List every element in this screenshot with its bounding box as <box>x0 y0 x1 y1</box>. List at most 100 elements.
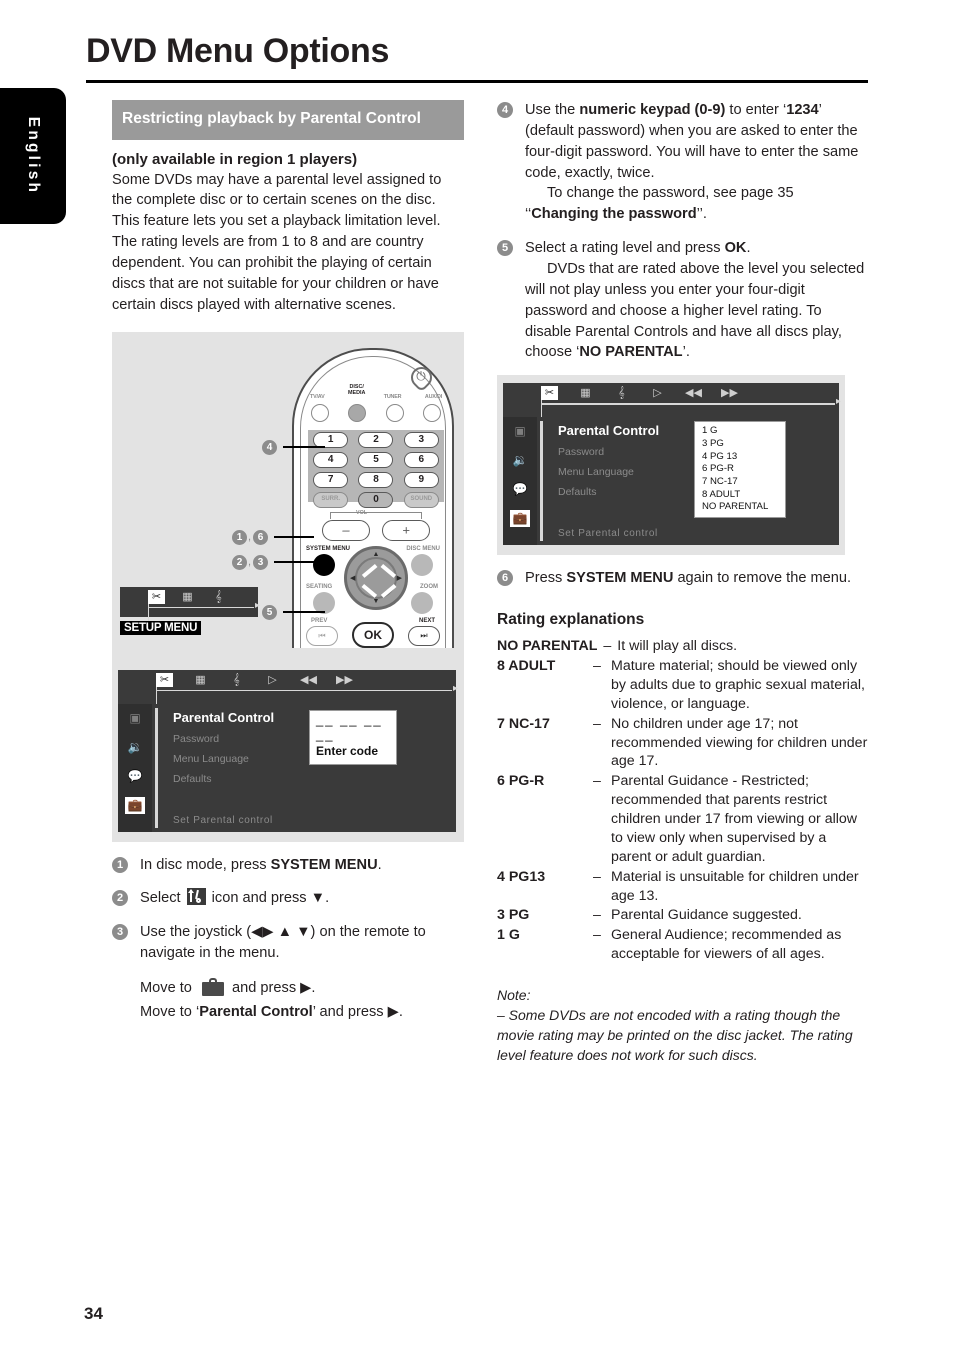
osd-menu-panel: Parental Control Password Menu Language … <box>161 704 456 832</box>
step-5-text: Select a rating level and press OK. DVDs… <box>525 240 865 361</box>
key-8: 8 <box>358 471 394 488</box>
osd-icon-strip: ✂ ▦ 𝄞 ▷ ◀◀ ▶▶ <box>503 383 841 418</box>
zoom-label: ZOOM <box>420 583 438 590</box>
rating-description: Parental Guidance - Restricted; recommen… <box>611 773 858 865</box>
volume-down-button <box>322 519 370 541</box>
tools-icon: ✂ <box>541 386 558 401</box>
rating-row: 1 G – General Audience; recommended as a… <box>497 926 869 964</box>
rating-option[interactable]: 1 G <box>702 425 778 438</box>
label-auxdi: AUX/DI <box>424 393 442 400</box>
source-labels: TV/AV DISC TUNER AUX/DI <box>310 394 442 400</box>
key-3: 3 <box>403 431 439 448</box>
play-icon: ▷ <box>268 673 277 686</box>
disc-menu-label: DISC MENU <box>406 545 440 552</box>
rating-description: Material is unsuitable for children unde… <box>611 868 859 904</box>
enter-code-popup: __ __ __ __ Enter code <box>309 709 397 765</box>
step-1-text: In disc mode, press SYSTEM MENU. <box>140 856 382 873</box>
auxdi-button <box>422 403 441 422</box>
label-tvav: TV/AV <box>310 393 325 400</box>
step-2-text: Select icon and press ▼. <box>140 888 330 907</box>
key-6: 6 <box>403 451 439 468</box>
sound-icon: 𝄞 <box>233 673 240 686</box>
title-divider <box>86 80 868 83</box>
rating-term: 6 PG-R <box>497 773 545 790</box>
step-6: 6 Press SYSTEM MENU again to remove the … <box>497 568 869 589</box>
key-sound: SOUND <box>403 491 439 508</box>
rating-term: NO PARENTAL <box>497 638 598 655</box>
note-label: Note: <box>497 987 531 1004</box>
rating-option[interactable]: 3 PG <box>702 438 778 451</box>
section-subheading: (only available in region 1 players) <box>112 150 358 168</box>
briefcase-icon: 💼 <box>125 796 145 814</box>
osd-rating-list: ✂ ▦ 𝄞 ▷ ◀◀ ▶▶ ▣ 🔉 💬 💼 <box>503 383 841 546</box>
rating-options: 1 G 3 PG 4 PG 13 6 PG-R 7 NC-17 8 ADULT … <box>695 422 785 517</box>
zoom-button <box>411 591 433 614</box>
tvav-button <box>311 403 329 422</box>
rating-option[interactable]: 4 PG 13 <box>702 451 778 464</box>
joystick-up-icon: ▲ <box>372 550 380 558</box>
left-column: Restricting playback by Parental Control… <box>112 100 464 1023</box>
play-icon: ▷ <box>653 387 662 400</box>
step-4-text: Use the numeric keypad (0-9) to enter ‘1… <box>525 102 859 223</box>
display-icon: ▦ <box>195 673 206 686</box>
next-label: NEXT <box>418 617 435 624</box>
step-6-number: 6 <box>497 570 513 587</box>
rating-dash: – <box>593 715 601 732</box>
numeric-keypad: 1 2 3 4 5 6 7 8 9 SURR. 0 SOUND <box>308 431 444 512</box>
enter-code-label: Enter code <box>316 743 379 758</box>
enter-code-illustration: ✂ ▦ 𝄞 ▷ ◀◀ ▶▶ ▣ 🔉 💬 💼 <box>112 661 464 842</box>
volume-bracket <box>330 511 422 519</box>
section-heading: Restricting playback by Parental Control <box>112 100 464 140</box>
rating-term: 8 ADULT <box>497 658 556 675</box>
picture-icon: ▣ <box>129 710 141 725</box>
osd-footer-hint: Set Parental control <box>558 528 658 540</box>
rating-dash: – <box>593 927 601 944</box>
right-column: 4 Use the numeric keypad (0-9) to enter … <box>497 100 869 1066</box>
sound-icon: 𝄞 <box>618 387 625 400</box>
volume-label: VOL <box>356 509 368 516</box>
rating-dash: – <box>593 907 601 924</box>
forward-icon: ▶▶ <box>721 387 738 400</box>
key-2: 2 <box>358 431 394 448</box>
note-block: Note: – Some DVDs are not encoded with a… <box>497 986 869 1066</box>
rating-term: 1 G <box>497 927 520 944</box>
rating-option[interactable]: NO PARENTAL <box>702 501 778 514</box>
briefcase-icon: 💼 <box>510 510 530 528</box>
prev-button: ⏮ <box>306 625 338 646</box>
briefcase-icon <box>198 975 225 998</box>
language-tab-label: English <box>25 116 42 196</box>
step-2-number: 2 <box>112 890 128 907</box>
step-3-number: 3 <box>112 924 128 941</box>
forward-icon: ▶▶ <box>336 673 353 686</box>
rating-term: 3 PG <box>497 907 530 924</box>
rating-option[interactable]: 7 NC-17 <box>702 476 778 489</box>
rating-term: 7 NC-17 <box>497 715 550 732</box>
rating-dash: – <box>593 658 601 675</box>
osd-menu-panel: Parental Control Password Menu Language … <box>546 417 839 545</box>
joystick-right-icon: ▶ <box>396 574 402 582</box>
rating-row: 3 PG – Parental Guidance suggested. <box>497 906 869 925</box>
disc-media-button <box>348 403 367 422</box>
step-3-text: Use the joystick (◀▶ ▲ ▼) on the remote … <box>140 924 464 1022</box>
source-buttons <box>311 403 441 422</box>
rating-row: 8 ADULT – Mature material; should be vie… <box>497 657 869 714</box>
step-2: 2 Select icon and press ▼. <box>112 888 464 909</box>
callout-2-3: 2,3 <box>232 554 317 570</box>
rating-term: 4 PG13 <box>497 868 546 885</box>
rating-option[interactable]: 6 PG-R <box>702 463 778 476</box>
intro-paragraph: Some DVDs may have a parental level assi… <box>112 171 442 313</box>
rating-explanations-heading: Rating explanations <box>497 611 645 629</box>
key-7: 7 <box>313 471 349 488</box>
tools-icon: ✂ <box>156 672 173 687</box>
step-3-move-case: Move to and press ▶. <box>140 975 464 999</box>
setup-strip-osd: ✂ ▦ 𝄞 <box>120 586 260 621</box>
tools-icon <box>186 888 206 906</box>
code-placeholder: __ __ __ __ <box>316 711 383 742</box>
rating-option[interactable]: 8 ADULT <box>702 489 778 502</box>
label-tuner: TUNER <box>383 393 402 400</box>
rating-row-no-parental: NO PARENTAL – It will play all discs. <box>497 637 869 656</box>
speaker-icon: 🔉 <box>127 739 143 754</box>
osd-body: ▣ 🔉 💬 💼 Parental Control Password Menu L… <box>503 417 839 546</box>
key-5: 5 <box>358 451 394 468</box>
ok-button: OK <box>352 621 394 648</box>
